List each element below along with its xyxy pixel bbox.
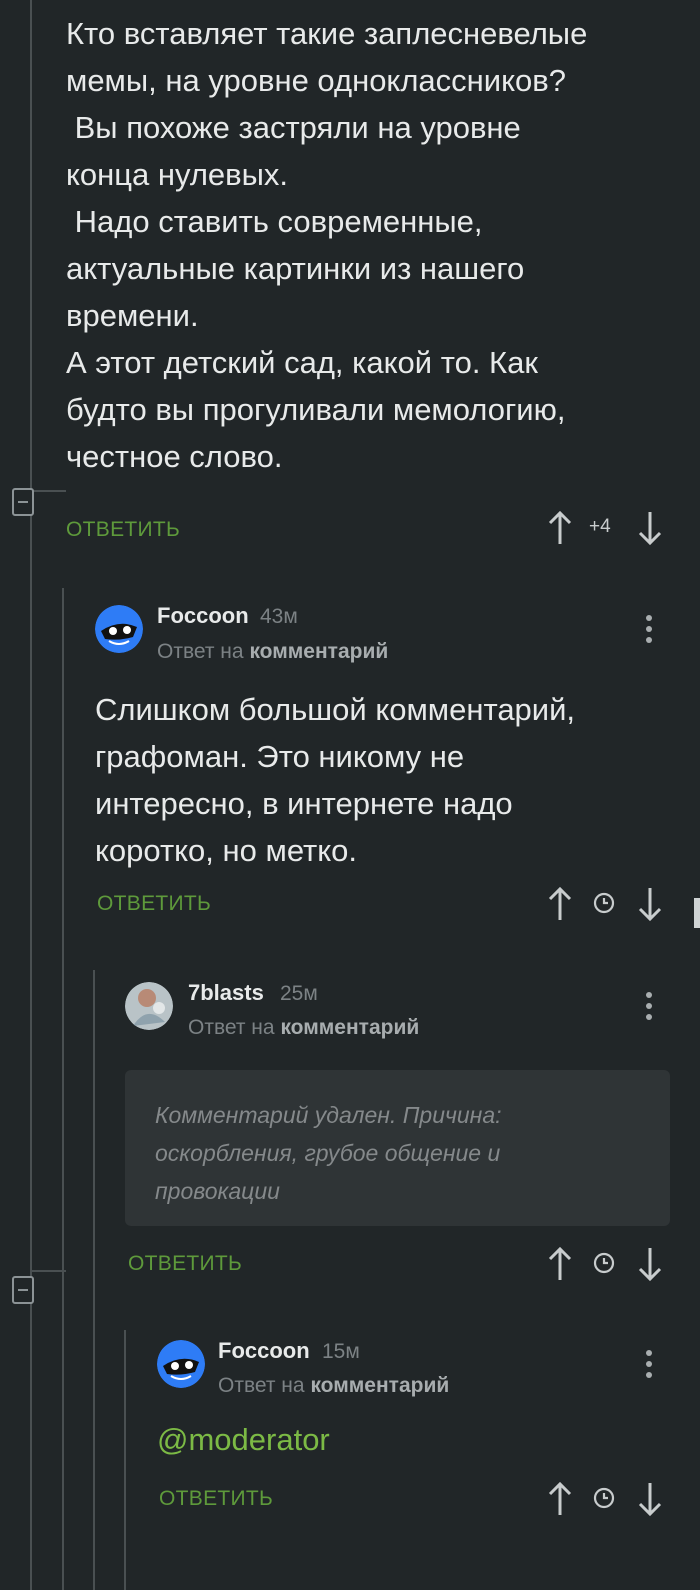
score: +4 <box>589 516 611 537</box>
thread-line-level-0 <box>30 0 32 1590</box>
collapse-icon[interactable] <box>12 1276 34 1304</box>
collapse-icon[interactable] <box>12 488 34 516</box>
upvote-arrow-icon[interactable] <box>545 1481 575 1517</box>
scrollbar[interactable] <box>694 898 700 928</box>
reply-button[interactable]: ОТВЕТИТЬ <box>97 892 211 916</box>
more-dots-icon[interactable] <box>646 992 654 1022</box>
timestamp: 25м <box>280 982 318 1005</box>
reply-target-link[interactable]: комментарий <box>280 1016 419 1039</box>
vote-controls <box>545 886 675 926</box>
reply-button[interactable]: ОТВЕТИТЬ <box>128 1252 242 1276</box>
clock-icon[interactable] <box>593 1252 615 1274</box>
downvote-arrow-icon[interactable] <box>635 1481 665 1517</box>
vote-controls <box>545 1481 675 1521</box>
more-dots-icon[interactable] <box>646 1350 654 1380</box>
upvote-arrow-icon[interactable] <box>545 510 575 546</box>
author-name[interactable]: Foccoon <box>157 603 249 629</box>
upvote-arrow-icon[interactable] <box>545 886 575 922</box>
timestamp: 15м <box>322 1340 360 1363</box>
reply-prefix: Ответ на <box>188 1016 275 1039</box>
thread-branch <box>30 1270 66 1272</box>
downvote-arrow-icon[interactable] <box>635 510 665 546</box>
more-dots-icon[interactable] <box>646 615 654 645</box>
author-name[interactable]: 7blasts <box>188 980 264 1006</box>
thread-branch <box>30 490 66 492</box>
reply-target-link[interactable]: комментарий <box>249 640 388 663</box>
upvote-arrow-icon[interactable] <box>545 1246 575 1282</box>
thread-line-level-1 <box>62 588 64 1590</box>
foccoon-avatar-icon <box>95 605 143 653</box>
reply-prefix: Ответ на <box>157 640 244 663</box>
thread-line-level-3 <box>124 1330 126 1590</box>
avatar[interactable] <box>157 1340 205 1388</box>
deleted-comment-notice: Комментарий удален. Причина: оскорбления… <box>125 1070 670 1226</box>
reply-target-link[interactable]: комментарий <box>310 1374 449 1397</box>
clock-icon[interactable] <box>593 892 615 914</box>
clock-icon[interactable] <box>593 1487 615 1509</box>
downvote-arrow-icon[interactable] <box>635 1246 665 1282</box>
comment-text: Кто вставляет такие заплесневелые мемы, … <box>66 16 588 474</box>
downvote-arrow-icon[interactable] <box>635 886 665 922</box>
reply-to: Ответ на комментарий <box>218 1374 449 1398</box>
reply-button[interactable]: ОТВЕТИТЬ <box>159 1487 273 1511</box>
reply-to: Ответ на комментарий <box>188 1016 419 1040</box>
mention-link[interactable]: @moderator <box>157 1422 330 1458</box>
reply-to: Ответ на комментарий <box>157 640 388 664</box>
foccoon-avatar-icon <box>157 1340 205 1388</box>
avatar[interactable] <box>95 605 143 653</box>
reply-prefix: Ответ на <box>218 1374 305 1397</box>
deleted-text: Комментарий удален. Причина: оскорбления… <box>155 1102 502 1204</box>
comment-text: Слишком большой комментарий, графоман. Э… <box>95 692 576 868</box>
vote-controls <box>545 1246 675 1286</box>
7blasts-avatar-icon <box>125 982 173 1030</box>
timestamp: 43м <box>260 605 298 628</box>
avatar[interactable] <box>125 982 173 1030</box>
vote-controls: +4 <box>545 510 675 550</box>
thread-line-level-2 <box>93 970 95 1590</box>
reply-button[interactable]: ОТВЕТИТЬ <box>66 518 180 542</box>
author-name[interactable]: Foccoon <box>218 1338 310 1364</box>
